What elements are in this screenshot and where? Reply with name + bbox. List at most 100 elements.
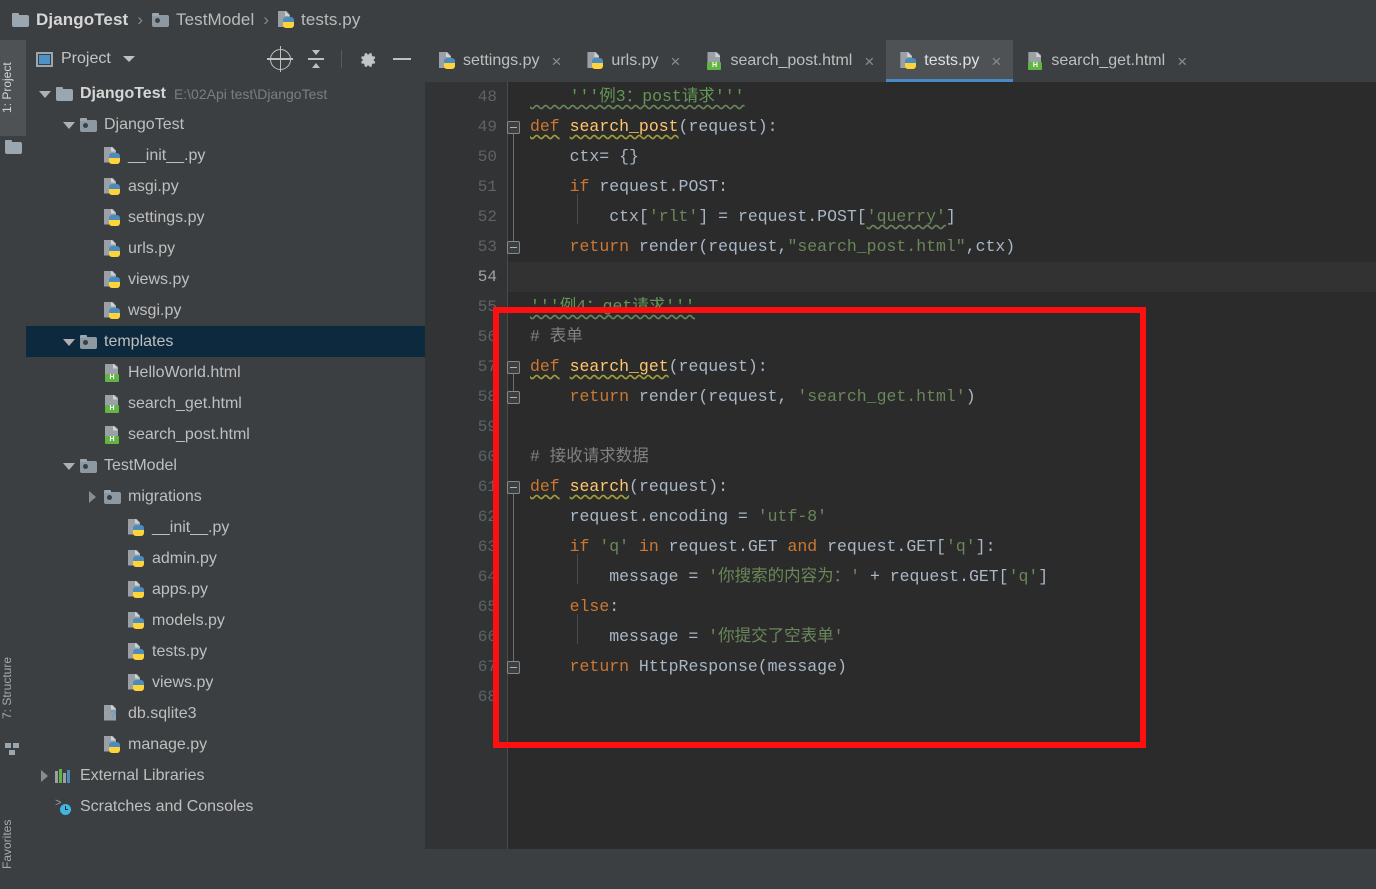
tree-row-label: asgi.py	[128, 177, 179, 195]
editor-tab-search-get-html[interactable]: Hsearch_get.html ×	[1013, 40, 1199, 82]
tree-row[interactable]: views.py	[26, 667, 425, 698]
chevron-down-icon[interactable]	[60, 333, 78, 351]
tree-row[interactable]: asgi.py	[26, 171, 425, 202]
project-panel-title[interactable]: Project	[36, 50, 135, 68]
tree-row-label: search_post.html	[128, 425, 250, 443]
chevron-right-icon[interactable]	[36, 767, 54, 785]
tree-row[interactable]: tests.py	[26, 636, 425, 667]
locate-target-icon[interactable]	[267, 45, 293, 72]
close-icon[interactable]: ×	[864, 53, 874, 70]
python-file-icon	[128, 518, 144, 537]
tree-row-icon	[78, 458, 98, 473]
breadcrumb: DjangoTest › TestModel › tests.py	[0, 0, 1376, 40]
tree-row-label: __init__.py	[152, 518, 230, 536]
tree-row-icon	[126, 518, 146, 537]
minimize-icon[interactable]	[393, 58, 411, 60]
tree-row[interactable]: models.py	[26, 605, 425, 636]
tree-row[interactable]: H HelloWorld.html	[26, 357, 425, 388]
fold-start-icon[interactable]	[507, 361, 520, 374]
code-line: else:	[569, 597, 620, 616]
close-icon[interactable]: ×	[551, 53, 561, 70]
editor-gutter[interactable]: 48 49 50 51 52 53 54 55 56 57 58 59 60 61 62 63 64 65 66 67…	[425, 82, 507, 849]
tree-row-icon	[126, 549, 146, 568]
breadcrumb-item-testmodel[interactable]: TestModel	[150, 10, 256, 30]
tree-row[interactable]: __init__.py	[26, 140, 425, 171]
code-line: return render(request, 'search_get.html'…	[569, 387, 976, 406]
collapse-all-icon[interactable]	[307, 50, 325, 68]
project-tree[interactable]: DjangoTest E:\02Api test\DjangoTest Django…	[26, 78, 425, 849]
editor-tab-search-post-html[interactable]: Hsearch_post.html ×	[692, 40, 886, 82]
tree-row[interactable]: apps.py	[26, 574, 425, 605]
breadcrumb-item-djangotest[interactable]: DjangoTest	[10, 10, 130, 30]
fold-end-icon[interactable]	[507, 241, 520, 254]
tree-row[interactable]: __init__.py	[26, 512, 425, 543]
gear-icon[interactable]	[358, 50, 377, 69]
fold-connector	[513, 127, 515, 241]
tree-row[interactable]: External Libraries	[26, 760, 425, 791]
breadcrumb-item-testspy[interactable]: tests.py	[276, 10, 362, 30]
line-number: 63	[477, 538, 497, 556]
tree-row[interactable]: urls.py	[26, 233, 425, 264]
tree-row[interactable]: manage.py	[26, 729, 425, 760]
tool-tab-favorites[interactable]: Favorites	[0, 800, 26, 889]
tree-row-icon	[102, 270, 122, 289]
editor-tab-settings-py[interactable]: settings.py ×	[425, 40, 573, 82]
chevron-down-icon[interactable]	[122, 56, 135, 62]
chevron-down-icon[interactable]	[60, 116, 78, 134]
tree-row[interactable]: Hsearch_get.html	[26, 388, 425, 419]
line-number: 56	[477, 328, 497, 346]
tool-tab-structure[interactable]: 7: Structure	[0, 640, 26, 736]
python-file-icon	[104, 177, 120, 196]
tree-row[interactable]: >_ Scratches and Consoles	[26, 791, 425, 822]
tree-row[interactable]: templates	[26, 326, 425, 357]
close-icon[interactable]: ×	[671, 53, 681, 70]
close-icon[interactable]: ×	[991, 53, 1001, 70]
chevron-down-icon[interactable]	[36, 85, 54, 103]
editor-tab-tests-py[interactable]: tests.py ×	[886, 40, 1014, 82]
tree-row[interactable]: wsgi.py	[26, 295, 425, 326]
tree-row-icon	[102, 301, 122, 320]
tree-row[interactable]: Hsearch_post.html	[26, 419, 425, 450]
code-line: message = '你提交了空表单'	[530, 627, 844, 646]
chevron-right-icon[interactable]	[84, 488, 102, 506]
tree-row[interactable]: admin.py	[26, 543, 425, 574]
tree-row[interactable]: ? db.sqlite3	[26, 698, 425, 729]
editor-tab-urls-py[interactable]: urls.py ×	[573, 40, 692, 82]
fold-end-icon[interactable]	[507, 391, 520, 404]
tree-row[interactable]: TestModel	[26, 450, 425, 481]
tree-row[interactable]: DjangoTest E:\02Api test\DjangoTest	[26, 78, 425, 109]
tree-row-icon: ?	[102, 704, 122, 723]
tool-tab-project[interactable]: 1: Project	[0, 40, 26, 136]
fold-end-icon[interactable]	[507, 661, 520, 674]
editor-tab-label: search_get.html	[1051, 52, 1166, 69]
line-number: 48	[477, 88, 497, 106]
fold-start-icon[interactable]	[507, 121, 520, 134]
project-panel-actions	[267, 45, 417, 72]
tree-row[interactable]: migrations	[26, 481, 425, 512]
project-window-icon	[36, 51, 53, 67]
python-file-icon	[439, 52, 455, 70]
close-icon[interactable]: ×	[1177, 53, 1187, 70]
breadcrumb-separator: ›	[263, 10, 270, 29]
code-line: def search_post(request):	[530, 117, 778, 136]
tree-row[interactable]: settings.py	[26, 202, 425, 233]
line-number: 67	[477, 658, 497, 676]
tree-row[interactable]: DjangoTest	[26, 109, 425, 140]
project-tool-window: Project DjangoTest E:\02Api test\DjangoTe…	[26, 40, 426, 849]
project-panel-title-label: Project	[61, 50, 111, 67]
fold-start-icon[interactable]	[507, 481, 520, 494]
line-number: 51	[477, 178, 497, 196]
code-line: ctx= {}	[530, 147, 639, 166]
tree-row[interactable]: views.py	[26, 264, 425, 295]
line-number: 68	[477, 688, 497, 706]
fold-connector	[513, 487, 515, 661]
python-file-icon	[128, 611, 144, 630]
chevron-down-icon[interactable]	[60, 457, 78, 475]
code-editor[interactable]: 48 49 50 51 52 53 54 55 56 57 58 59 60 61 62 63 64 65 66 67…	[425, 82, 1376, 849]
unknown-file-icon: ?	[104, 704, 120, 723]
